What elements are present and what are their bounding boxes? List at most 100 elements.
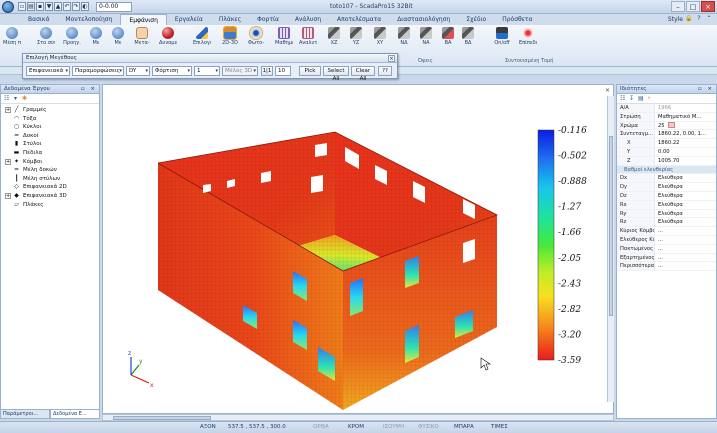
dialog-close-button[interactable]: ×	[388, 55, 395, 62]
member-3d-select[interactable]: Μέλος 3D ▾	[222, 66, 258, 76]
redo-icon[interactable]: ↷	[72, 2, 80, 11]
ribbon-button-14[interactable]: XY	[372, 27, 388, 46]
property-row[interactable]: Dx Ελεύθερα	[617, 174, 716, 184]
ribbon-button-10[interactable]: Μαθηματικό	[275, 27, 293, 46]
viewport-horizontal-scrollbar[interactable]	[102, 414, 614, 421]
tree-item[interactable]: ◇ Επιφανειακά 2D	[1, 183, 99, 192]
tree-item[interactable]: ○ Κύκλοι	[1, 123, 99, 132]
lock-icon[interactable]: 🔒	[685, 15, 693, 23]
tab-analysi[interactable]: Ανάλυση	[287, 14, 329, 25]
property-value[interactable]: Ελεύθερα	[655, 174, 716, 182]
property-row[interactable]: X 1860.22	[617, 139, 716, 148]
ribbon-button-20[interactable]: Επίπεδα	[519, 27, 537, 46]
status-item[interactable]: ΑΞΟΝ	[200, 424, 216, 430]
ribbon-button-8[interactable]: 2D-3D	[222, 26, 238, 46]
component-select[interactable]: DY ▾	[126, 66, 150, 76]
ribbon-button-9[interactable]: Φωτο-	[248, 26, 264, 46]
loading-select[interactable]: Φόρτιση ▾	[152, 66, 192, 76]
panel-pin-close[interactable]: ▫ ×	[81, 85, 97, 94]
tab-parameters[interactable]: Παράμετροι...	[0, 409, 50, 419]
maximize-button[interactable]: □	[686, 1, 700, 12]
pick-button[interactable]: Pick	[299, 66, 321, 76]
property-value[interactable]: Μαθηματικό Μ...	[655, 113, 716, 121]
scale-toggle-button[interactable]: 1|1	[261, 66, 273, 76]
panel-pin-close[interactable]: ▫ ×	[698, 85, 714, 94]
property-row[interactable]: Χρώμα 25	[617, 121, 716, 131]
property-row[interactable]: Συντεταγμ... 1860.22, 0.00, 1...	[617, 130, 716, 140]
open-folder-icon[interactable]: ▤	[27, 2, 35, 11]
property-value[interactable]: Ελεύθερα	[655, 210, 716, 218]
property-value[interactable]: 25	[655, 122, 716, 130]
ribbon-button-0[interactable]: Μέση παραθ.	[3, 27, 21, 46]
tab-prostheta[interactable]: Πρόσθετα	[494, 14, 540, 25]
tab-project-data[interactable]: Δεδομένα Ε...	[50, 409, 100, 419]
property-row[interactable]: Α/Α 1966	[617, 104, 716, 113]
property-value[interactable]: Ελεύθερα	[655, 218, 716, 226]
tree-icon[interactable]: ☷	[4, 95, 12, 103]
property-row[interactable]: Πακτωμένος Κ......	[617, 244, 716, 254]
help-icon[interactable]: ?	[695, 15, 703, 23]
new-file-icon[interactable]: ▫	[18, 2, 26, 11]
status-item[interactable]: ΤΙΜΕΣ	[491, 424, 508, 430]
ribbon-button-15[interactable]: ΝΔ	[396, 27, 412, 46]
tab-montelopoiisi[interactable]: Μοντελοποίηση	[57, 14, 120, 25]
ribbon-button-18[interactable]: ΒΔ	[460, 27, 476, 46]
tab-apotelesmata[interactable]: Αποτελέσματα	[329, 14, 389, 25]
app-menu-button[interactable]	[2, 1, 14, 13]
steps-input[interactable]: 10	[275, 66, 291, 76]
property-row[interactable]: Z 1005.70	[617, 156, 716, 166]
clear-all-button[interactable]: Clear All	[351, 66, 375, 82]
property-value[interactable]: ...	[655, 254, 716, 262]
property-row[interactable]: Ry Ελεύθερα	[617, 209, 716, 219]
tree-item[interactable]: + ✦ Κόμβοι	[1, 158, 99, 167]
property-value[interactable]: ...	[655, 236, 716, 244]
property-value[interactable]: Ελεύθερα	[655, 183, 716, 191]
ribbon-button-1[interactable]: Στο σύνολο	[37, 27, 55, 46]
help-button[interactable]: ??	[378, 66, 392, 76]
minimize-ribbon-icon[interactable]: ⌃	[705, 15, 713, 23]
tab-ergaleia[interactable]: Εργαλεία	[167, 14, 211, 25]
tab-sxedio[interactable]: Σχέδιο	[458, 14, 494, 25]
property-row[interactable]: Περισσότερα...	[617, 262, 716, 272]
property-pages-icon[interactable]: ▤	[638, 95, 646, 103]
property-value[interactable]: 0.00	[655, 148, 716, 156]
property-row[interactable]: Rz Ελεύθερα	[617, 218, 716, 228]
property-row[interactable]: Στρώση Μαθηματικό Μ...	[617, 112, 716, 122]
arrow-down-icon[interactable]: ▼	[45, 2, 53, 11]
tree-item[interactable]: ┃ Μέλη στύλων	[1, 175, 99, 184]
property-value[interactable]: 1005.70	[655, 157, 716, 165]
ribbon-button-7[interactable]: Επιλογές	[193, 27, 211, 46]
tab-vasika[interactable]: Βασικά	[20, 14, 57, 25]
ribbon-button-5[interactable]: Μετα-	[134, 27, 150, 46]
property-row[interactable]: Κύριος Κόμβος...	[617, 227, 716, 236]
undo-icon[interactable]: ↶	[63, 2, 71, 11]
level-combo[interactable]: 0-0.00	[96, 2, 132, 12]
property-value[interactable]: ...	[655, 245, 716, 253]
tab-diastasiologisi[interactable]: Διαστασιολόγηση	[389, 14, 458, 25]
status-item[interactable]: ΟΡΘΑ	[313, 424, 329, 430]
dropdown-icon[interactable]: ▾	[14, 95, 22, 103]
select-all-button[interactable]: Select All	[323, 66, 349, 82]
ribbon-button-17[interactable]: ΒΑ	[440, 27, 456, 46]
ribbon-button-13[interactable]: YZ	[348, 27, 364, 46]
3d-viewport[interactable]: × -0.116 -0.502 -0.888 -1.27 -1.66 -2.05…	[102, 84, 614, 414]
property-value[interactable]: Ελεύθερα	[655, 192, 716, 200]
ribbon-button-6[interactable]: Δυναμική	[159, 27, 177, 46]
arrow-up-icon[interactable]: ▲	[54, 2, 62, 11]
ribbon-button-19[interactable]: On/off	[494, 27, 510, 46]
ribbon-button-3[interactable]: Με	[88, 27, 104, 46]
viewport-vertical-scrollbar[interactable]	[607, 96, 614, 402]
status-item[interactable]: ΜΠΑΡΑ	[454, 424, 474, 430]
ribbon-button-11[interactable]: Αναλυτικό	[299, 27, 317, 46]
ribbon-button-16[interactable]: ΝΑ	[418, 27, 434, 46]
status-item[interactable]: ΙΣΟΥΨΗ	[383, 424, 404, 430]
save-icon[interactable]: ▪	[36, 2, 44, 11]
tree-item[interactable]: ▱ Πλάκες	[1, 201, 99, 210]
tree-item[interactable]: ▮ Στύλοι	[1, 140, 99, 149]
ribbon-button-12[interactable]: XZ	[326, 27, 342, 46]
status-item[interactable]: ΦΥΣΙΚΟ	[418, 424, 439, 430]
refresh-icon[interactable]: ❃	[22, 95, 30, 103]
property-value[interactable]: 1860.22, 0.00, 1...	[655, 130, 716, 138]
property-value[interactable]: ...	[655, 227, 716, 235]
property-row[interactable]: Rx Ελεύθερα	[617, 200, 716, 210]
